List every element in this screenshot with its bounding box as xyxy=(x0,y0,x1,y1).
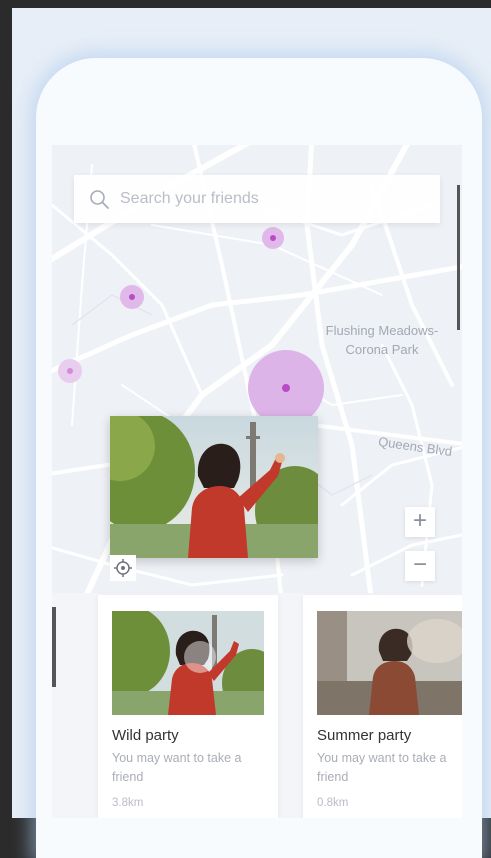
app-screen: Flushing Meadows- Corona Park Queens Blv… xyxy=(52,145,462,818)
friend-pin-dot xyxy=(270,235,276,241)
map-view[interactable]: Flushing Meadows- Corona Park Queens Blv… xyxy=(52,145,462,605)
zoom-in-button[interactable]: + xyxy=(405,507,435,537)
event-photo-preview[interactable] xyxy=(110,416,318,558)
event-card[interactable]: Summer party You may want to take a frie… xyxy=(303,595,462,818)
search-input[interactable] xyxy=(118,189,422,209)
map-label-park-line1: Flushing Meadows- xyxy=(325,323,439,338)
event-description: You may want to take a friend xyxy=(112,751,242,784)
friend-pin-selected[interactable] xyxy=(248,350,324,426)
friend-pin-dot xyxy=(282,384,290,392)
locate-button[interactable] xyxy=(110,555,136,581)
friend-pin-dot xyxy=(67,368,73,374)
crosshair-icon xyxy=(114,559,132,577)
event-card[interactable]: Wild party You may want to take a friend… xyxy=(98,595,278,818)
map-label-park: Flushing Meadows- Corona Park xyxy=(314,321,450,359)
event-title: Summer party xyxy=(317,727,412,744)
friend-pin[interactable] xyxy=(58,359,82,383)
search-icon xyxy=(90,190,109,209)
event-distance: 3.8km xyxy=(112,797,144,809)
event-card-image xyxy=(317,611,462,715)
event-description: You may want to take a friend xyxy=(317,751,447,784)
previous-card-edge xyxy=(52,607,56,687)
event-photo xyxy=(110,416,318,558)
scroll-indicator xyxy=(457,185,460,330)
search-bar[interactable] xyxy=(74,175,440,223)
friend-pin[interactable] xyxy=(120,285,144,309)
event-title: Wild party xyxy=(112,727,179,744)
friend-pin-dot xyxy=(129,294,135,300)
event-distance: 0.8km xyxy=(317,797,349,809)
event-carousel[interactable]: Wild party You may want to take a friend… xyxy=(52,593,462,818)
event-card-image xyxy=(112,611,264,715)
friend-pin[interactable] xyxy=(262,227,284,249)
zoom-out-button[interactable]: − xyxy=(405,551,435,581)
map-label-park-line2: Corona Park xyxy=(345,342,419,357)
